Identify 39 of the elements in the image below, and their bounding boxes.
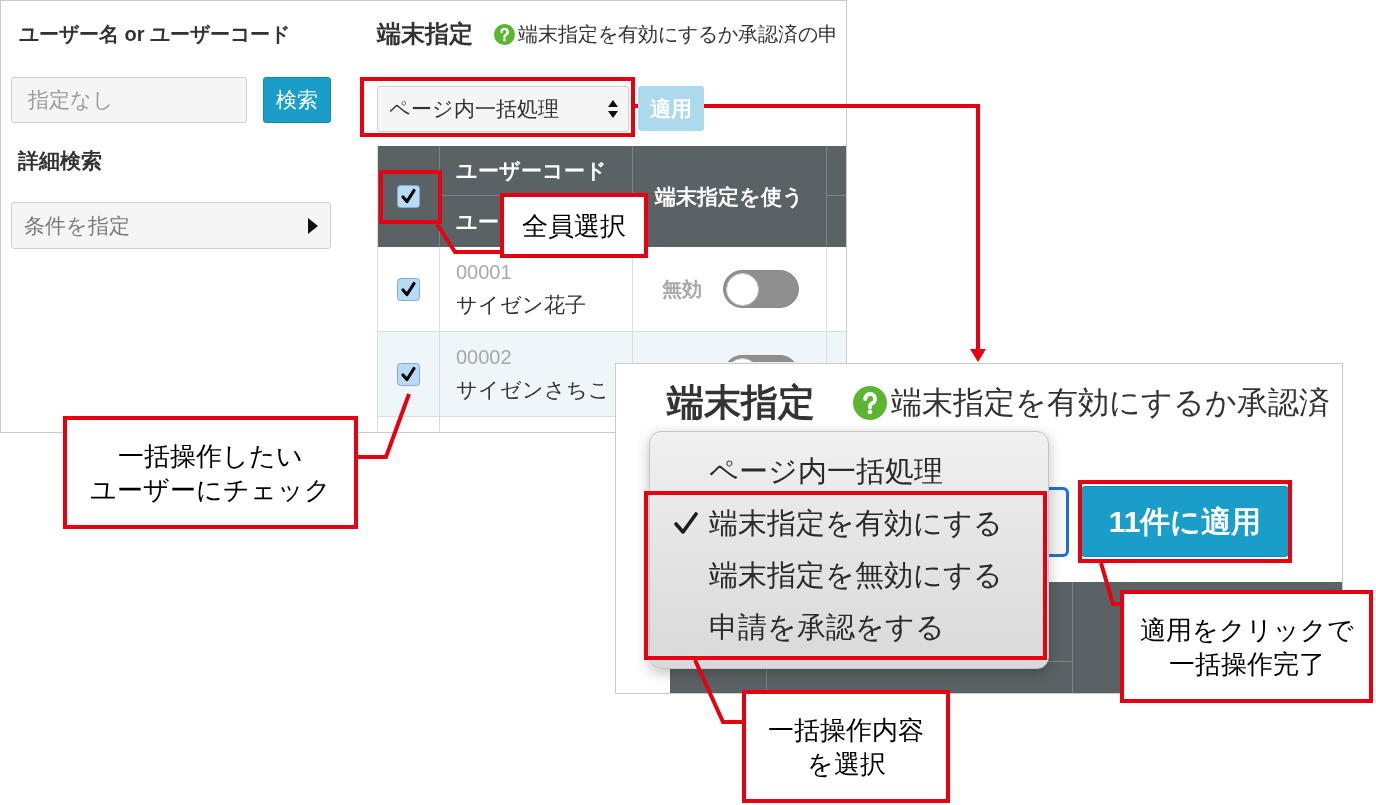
help-icon[interactable] xyxy=(853,386,887,420)
callout-connector xyxy=(358,393,411,459)
section-title: 端末指定 xyxy=(377,20,473,48)
user-name-text: サイゼン花子 xyxy=(456,292,586,318)
help-icon[interactable] xyxy=(494,23,515,45)
up-down-caret-icon xyxy=(608,100,618,118)
checkbox[interactable] xyxy=(397,362,420,386)
search-input[interactable]: 指定なし xyxy=(11,77,247,123)
column-header: ユーザーコード xyxy=(456,157,607,184)
user-code-text: 00002 xyxy=(456,345,512,369)
annotation-callout: 一括操作内容 を選択 xyxy=(742,690,950,803)
help-text: 端末指定を有効にするか承認済の申 xyxy=(518,22,838,47)
status-label: 無効 xyxy=(662,278,702,300)
section-label: 詳細検索 xyxy=(18,148,102,174)
highlight-frame xyxy=(379,170,442,224)
annotation-callout: 全員選択 xyxy=(500,193,648,258)
checkbox[interactable] xyxy=(397,185,420,208)
checkbox[interactable] xyxy=(397,277,420,301)
toggle-switch[interactable] xyxy=(723,270,799,308)
user-code-text: 00001 xyxy=(456,260,512,284)
field-label: ユーザー名 or ユーザーコード xyxy=(19,22,291,47)
callout-connector xyxy=(693,659,742,724)
help-text: 端末指定を有効にするか承認済 xyxy=(891,384,1330,422)
condition-dropdown[interactable]: 条件を指定 xyxy=(11,202,331,249)
callout-connector xyxy=(1099,562,1120,606)
caret-right-icon xyxy=(308,217,318,234)
menu-item[interactable]: 端末指定を有効にする xyxy=(650,497,1041,549)
menu-item[interactable]: ページ内一括処理 xyxy=(650,445,1041,497)
annotation-callout: 適用をクリックで 一括操作完了 xyxy=(1120,590,1373,703)
column-header: ユー xyxy=(456,208,499,235)
menu-item[interactable]: 端末指定を無効にする xyxy=(650,549,1041,601)
annotation-callout: 一括操作したい ユーザーにチェック xyxy=(63,416,358,529)
section-title: 端末指定 xyxy=(667,381,815,425)
user-name-text: サイゼンさちこ xyxy=(456,377,610,403)
column-header: 端末指定を使う xyxy=(655,183,804,211)
select-field[interactable] xyxy=(1049,486,1069,557)
bulk-action-select[interactable]: ページ内一括処理 xyxy=(377,86,629,132)
menu-item[interactable]: 申請を承認をする xyxy=(650,601,1041,653)
check-icon xyxy=(674,512,698,534)
